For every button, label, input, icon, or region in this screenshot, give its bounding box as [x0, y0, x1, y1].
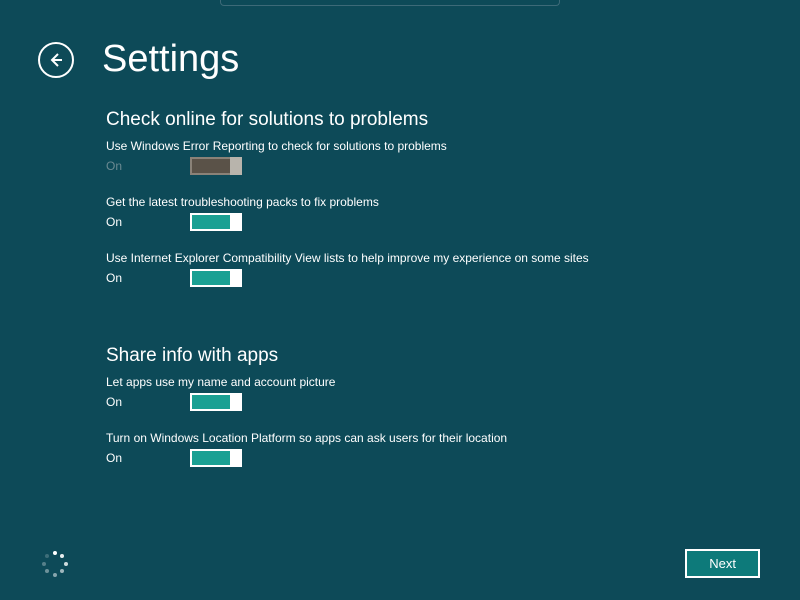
setting-troubleshooting-packs: Get the latest troubleshooting packs to …	[106, 195, 800, 231]
setting-state: On	[106, 215, 190, 229]
setting-row: On	[106, 393, 800, 411]
toggle-thumb	[230, 269, 242, 287]
setting-row: On	[106, 269, 800, 287]
setting-desc: Let apps use my name and account picture	[106, 375, 800, 389]
setting-ie-compat: Use Internet Explorer Compatibility View…	[106, 251, 800, 287]
back-button[interactable]	[38, 42, 74, 78]
toggle-thumb	[230, 213, 242, 231]
top-border-decoration	[220, 0, 560, 6]
section-heading-share: Share info with apps	[106, 345, 800, 367]
setting-row: On	[106, 157, 800, 175]
toggle-troubleshooting-packs[interactable]	[190, 213, 242, 231]
toggle-ie-compat[interactable]	[190, 269, 242, 287]
toggle-thumb	[230, 393, 242, 411]
loading-spinner-icon	[42, 551, 68, 577]
toggle-error-reporting	[190, 157, 242, 175]
back-arrow-icon	[47, 51, 65, 69]
setting-row: On	[106, 449, 800, 467]
section-heading-solutions: Check online for solutions to problems	[106, 109, 800, 131]
footer: Next	[0, 549, 800, 578]
setting-desc: Use Internet Explorer Compatibility View…	[106, 251, 800, 265]
section-gap	[106, 307, 800, 345]
toggle-name-picture[interactable]	[190, 393, 242, 411]
setting-name-picture: Let apps use my name and account picture…	[106, 375, 800, 411]
setting-row: On	[106, 213, 800, 231]
setting-state: On	[106, 159, 190, 173]
setting-desc: Use Windows Error Reporting to check for…	[106, 139, 800, 153]
setting-state: On	[106, 395, 190, 409]
page-header: Settings	[0, 0, 800, 81]
toggle-location-platform[interactable]	[190, 449, 242, 467]
setting-desc: Turn on Windows Location Platform so app…	[106, 431, 800, 445]
setting-location-platform: Turn on Windows Location Platform so app…	[106, 431, 800, 467]
setting-error-reporting: Use Windows Error Reporting to check for…	[106, 139, 800, 175]
setting-state: On	[106, 451, 190, 465]
setting-desc: Get the latest troubleshooting packs to …	[106, 195, 800, 209]
toggle-thumb	[230, 157, 242, 175]
setting-state: On	[106, 271, 190, 285]
next-button[interactable]: Next	[685, 549, 760, 578]
toggle-thumb	[230, 449, 242, 467]
page-title: Settings	[102, 38, 239, 81]
settings-content: Check online for solutions to problems U…	[0, 81, 800, 467]
